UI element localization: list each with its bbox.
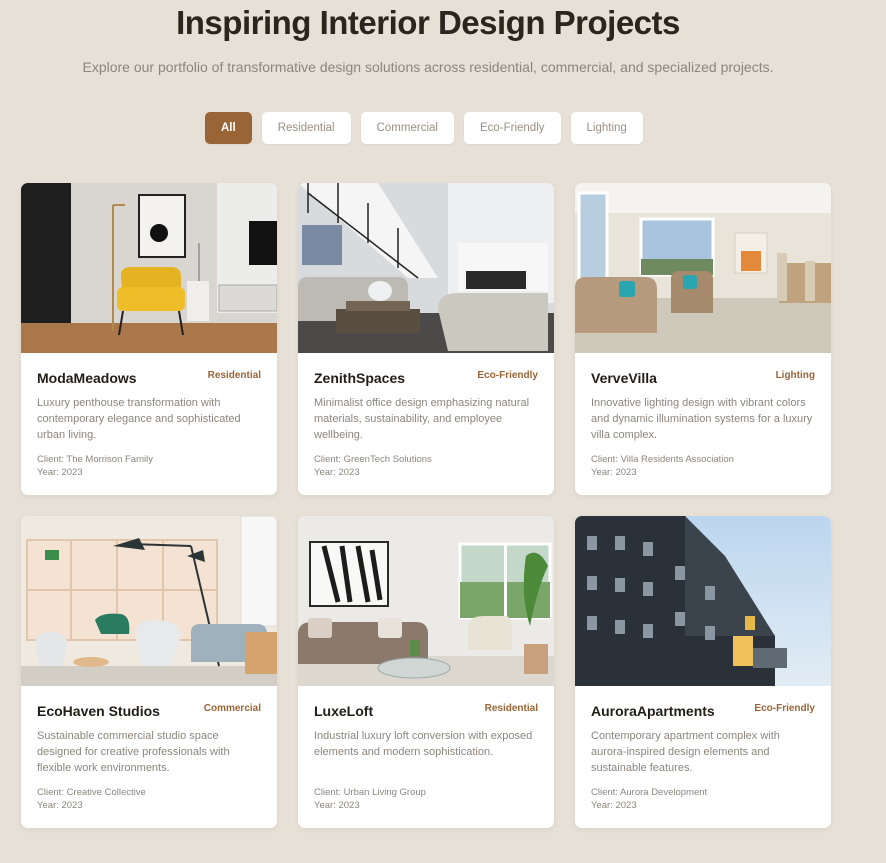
project-description: Industrial luxury loft conversion with e… [314,730,533,758]
filter-residential-button[interactable]: Residential [261,112,351,144]
project-category-tag: Lighting [775,370,815,381]
filter-commercial-button[interactable]: Commercial [360,112,454,144]
project-description: Contemporary apartment complex with auro… [591,730,780,774]
project-client: Client: The Morrison Family [37,454,153,465]
project-year: Year: 2023 [314,800,360,811]
project-title: ZenithSpaces [314,370,406,386]
project-card[interactable]: LuxeLoft Residential Industrial luxury l… [298,516,554,828]
project-card[interactable]: ZenithSpaces Eco-Friendly Minimalist off… [298,183,554,495]
project-category-tag: Eco-Friendly [754,703,815,714]
filter-lighting-button[interactable]: Lighting [570,112,643,144]
project-card[interactable]: VerveVilla Lighting Innovative lighting … [575,183,831,495]
project-year: Year: 2023 [314,467,360,478]
project-image [298,183,554,353]
project-title: VerveVilla [591,370,657,386]
project-client: Client: GreenTech Solutions [314,454,432,465]
project-year: Year: 2023 [37,800,83,811]
project-category-tag: Commercial [203,703,261,714]
project-image [575,516,831,686]
page-title: Inspiring Interior Design Projects [176,4,680,41]
project-grid: ModaMeadows Residential Luxury penthouse… [21,183,831,828]
project-category-tag: Residential [484,703,538,714]
project-client: Client: Aurora Development [591,787,708,798]
project-year: Year: 2023 [591,467,637,478]
project-image [21,183,277,353]
project-description: Minimalist office design emphasizing nat… [314,397,530,441]
filter-eco-friendly-button[interactable]: Eco-Friendly [463,112,561,144]
page-subtitle: Explore our portfolio of transformative … [82,59,774,75]
project-title: LuxeLoft [314,703,374,719]
project-description: Innovative lighting design with vibrant … [591,397,813,441]
project-client: Client: Creative Collective [37,787,146,798]
project-card[interactable]: AuroraApartments Eco-Friendly Contempora… [575,516,831,828]
project-category-tag: Eco-Friendly [477,370,538,381]
project-title: AuroraApartments [591,703,715,719]
project-category-tag: Residential [207,370,261,381]
project-image [21,516,277,686]
project-year: Year: 2023 [37,467,83,478]
project-title: ModaMeadows [37,370,137,386]
project-client: Client: Urban Living Group [314,787,426,798]
project-card[interactable]: ModaMeadows Residential Luxury penthouse… [21,183,277,495]
filter-all-button[interactable]: All [205,112,252,144]
project-client: Client: Villa Residents Association [591,454,734,465]
project-year: Year: 2023 [591,800,637,811]
project-title: EcoHaven Studios [37,703,160,719]
project-image [298,516,554,686]
filter-bar: All Residential Commercial Eco-Friendly … [205,112,643,144]
project-description: Sustainable commercial studio space desi… [37,730,230,774]
project-description: Luxury penthouse transformation with con… [37,397,241,441]
project-card[interactable]: EcoHaven Studios Commercial Sustainable … [21,516,277,828]
project-image [575,183,831,353]
